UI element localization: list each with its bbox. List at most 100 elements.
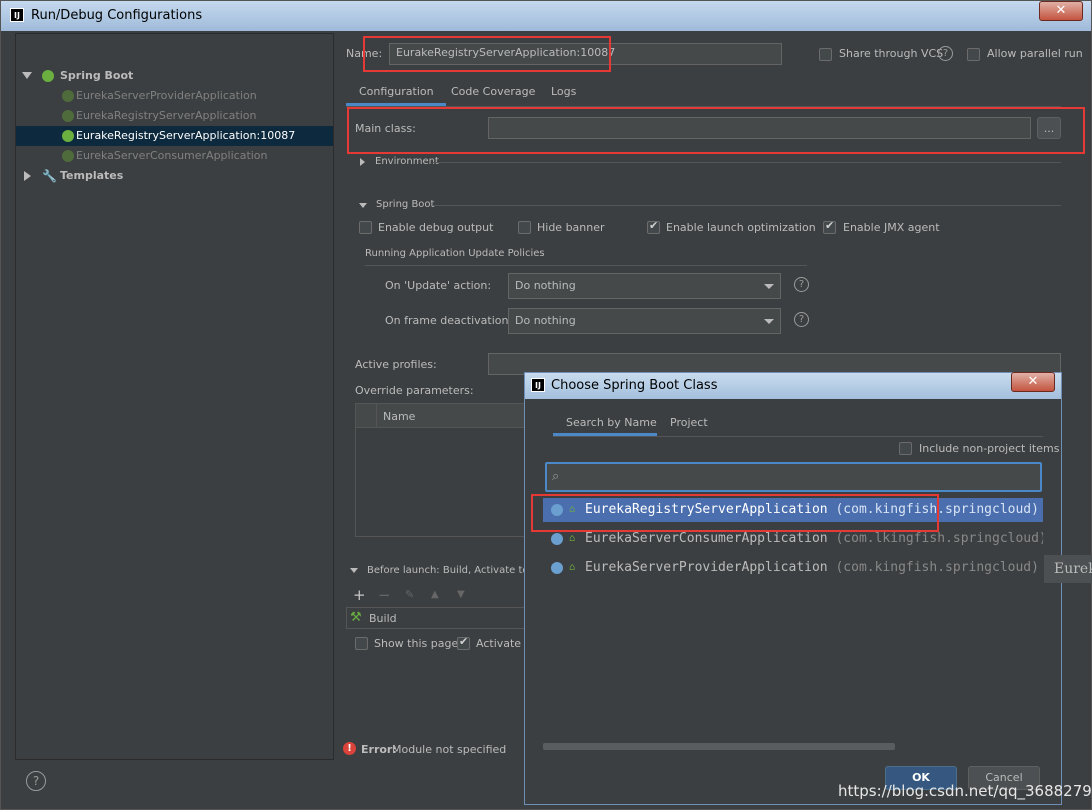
- help-icon[interactable]: ?: [794, 277, 809, 292]
- active-profiles-label: Active profiles:: [355, 358, 437, 371]
- title-bar: IJ Run/Debug Configurations ✕: [1, 1, 1091, 31]
- close-dialog-button[interactable]: ✕: [1011, 372, 1055, 392]
- activate-tool-window-label: Activate t: [476, 637, 529, 650]
- allow-parallel-label: Allow parallel run: [987, 47, 1083, 60]
- enable-debug-checkbox[interactable]: [359, 221, 372, 234]
- environment-section[interactable]: Environment: [375, 156, 439, 167]
- tree-node-spring-boot[interactable]: Spring Boot: [16, 66, 333, 86]
- show-page-checkbox[interactable]: [355, 637, 368, 650]
- watermark-text: https://blog.csdn.net/qq_36882793: [838, 782, 1092, 800]
- tree-item-registry-10087[interactable]: EurakeRegistryServerApplication:10087: [16, 126, 333, 146]
- add-task-icon[interactable]: +: [353, 586, 366, 604]
- share-vcs-checkbox[interactable]: [819, 48, 832, 61]
- chevron-down-icon: [764, 284, 774, 289]
- share-vcs-label: Share through VCS: [839, 47, 944, 60]
- tree-label: Templates: [60, 169, 124, 182]
- on-frame-value: Do nothing: [515, 314, 576, 327]
- hammer-icon: ⚒: [350, 610, 362, 625]
- help-icon[interactable]: ?: [26, 771, 46, 791]
- highlight-main-class: [347, 107, 1085, 154]
- error-icon: !: [343, 742, 356, 755]
- tree-label: Spring Boot: [60, 69, 134, 82]
- class-icon: [551, 533, 563, 545]
- table-header: [356, 404, 524, 428]
- tab-separator: [553, 436, 1043, 437]
- expand-arrow-icon[interactable]: [360, 158, 365, 166]
- activate-tool-window-checkbox[interactable]: [457, 635, 470, 650]
- tree-label: EurekaServerProviderApplication: [76, 89, 257, 102]
- on-update-select[interactable]: Do nothing: [508, 273, 781, 299]
- dialog-title-bar: IJ Choose Spring Boot Class ✕: [525, 372, 1061, 399]
- spring-boot-app-icon: [62, 150, 74, 162]
- class-icon: [551, 562, 563, 574]
- tab-configuration[interactable]: Configuration: [359, 85, 434, 98]
- close-window-button[interactable]: ✕: [1039, 1, 1083, 21]
- tree-item-consumer[interactable]: EurekaServerConsumerApplication: [16, 146, 333, 166]
- move-down-icon[interactable]: ▼: [457, 589, 465, 600]
- highlight-selected-class: [531, 494, 939, 532]
- result-class-name: EurekaServerProviderApplication: [585, 560, 828, 575]
- collapse-arrow-icon[interactable]: [350, 568, 358, 573]
- config-tree: Spring Boot EurekaServerProviderApplicat…: [15, 33, 334, 760]
- horizontal-scrollbar[interactable]: [543, 743, 895, 750]
- remove-task-icon[interactable]: −: [378, 586, 391, 604]
- build-task[interactable]: Build: [369, 612, 397, 625]
- tab-code-coverage[interactable]: Code Coverage: [451, 85, 535, 98]
- tab-project[interactable]: Project: [670, 416, 708, 429]
- enable-debug-label: Enable debug output: [378, 221, 494, 234]
- edit-task-icon[interactable]: ✎: [405, 588, 414, 601]
- allow-parallel-checkbox[interactable]: [967, 48, 980, 61]
- help-icon[interactable]: ?: [938, 46, 953, 61]
- move-up-icon[interactable]: ▲: [431, 589, 439, 600]
- tab-logs[interactable]: Logs: [551, 85, 576, 98]
- spring-boot-app-error-icon: [62, 130, 74, 142]
- chevron-down-icon: [764, 319, 774, 324]
- result-class-name: EurekaServerConsumerApplication: [585, 531, 828, 546]
- override-params-table: Name: [355, 403, 525, 537]
- hide-banner-checkbox[interactable]: [518, 221, 531, 234]
- jmx-agent-checkbox[interactable]: [823, 219, 836, 234]
- result-row[interactable]: ⌂ EurekaServerProviderApplication (com.k…: [543, 556, 1043, 580]
- spring-boot-app-icon: [62, 110, 74, 122]
- jmx-agent-label: Enable JMX agent: [843, 221, 940, 234]
- intellij-logo-icon: IJ: [531, 378, 545, 392]
- error-text: Module not specified: [392, 743, 507, 756]
- on-update-label: On 'Update' action:: [385, 279, 492, 292]
- name-column-header: Name: [383, 410, 416, 423]
- tree-label: EurakeRegistryServerApplication:10087: [76, 129, 296, 142]
- spring-boot-app-icon: [62, 90, 74, 102]
- collapse-arrow-icon[interactable]: [359, 203, 367, 208]
- dialog-body: Search by Name Project Include non-proje…: [531, 399, 1059, 800]
- hide-banner-label: Hide banner: [537, 221, 605, 234]
- include-non-project-checkbox[interactable]: [899, 442, 912, 455]
- tree-node-templates[interactable]: 🔧 Templates: [16, 166, 333, 186]
- expand-arrow-icon[interactable]: [22, 72, 32, 79]
- environment-separator: [433, 162, 1061, 163]
- class-search-input[interactable]: [545, 462, 1042, 492]
- before-launch-heading[interactable]: Before launch: Build, Activate tool w: [367, 565, 549, 576]
- tree-item-provider[interactable]: EurekaServerProviderApplication: [16, 86, 333, 106]
- tree-label: EurekaServerConsumerApplication: [76, 149, 268, 162]
- update-policies-heading: Running Application Update Policies: [365, 248, 545, 259]
- result-package: (com.lkingfish.springcloud): [835, 531, 1043, 546]
- include-non-project-label: Include non-project items: [919, 442, 1060, 455]
- policies-separator: [365, 265, 807, 266]
- show-page-label: Show this page: [374, 637, 459, 650]
- collapse-arrow-icon[interactable]: [24, 171, 31, 181]
- spring-boot-icon: [42, 70, 54, 82]
- launch-optimization-checkbox[interactable]: [647, 219, 660, 234]
- on-update-value: Do nothing: [515, 279, 576, 292]
- choose-spring-boot-class-dialog: IJ Choose Spring Boot Class ✕ Search by …: [524, 372, 1062, 805]
- window-title: Run/Debug Configurations: [31, 8, 203, 23]
- on-frame-select[interactable]: Do nothing: [508, 308, 781, 334]
- tab-search-by-name[interactable]: Search by Name: [566, 416, 657, 429]
- search-icon: ⌕: [552, 469, 560, 484]
- wrench-icon: 🔧: [42, 169, 57, 183]
- override-params-label: Override parameters:: [355, 384, 474, 397]
- spring-boot-separator: [433, 205, 1061, 206]
- before-launch-list: ⚒ Build: [346, 607, 526, 629]
- help-icon[interactable]: ?: [794, 312, 809, 327]
- spring-boot-section[interactable]: Spring Boot: [376, 199, 434, 210]
- on-frame-label: On frame deactivation:: [385, 314, 513, 327]
- tree-item-registry[interactable]: EurekaRegistryServerApplication: [16, 106, 333, 126]
